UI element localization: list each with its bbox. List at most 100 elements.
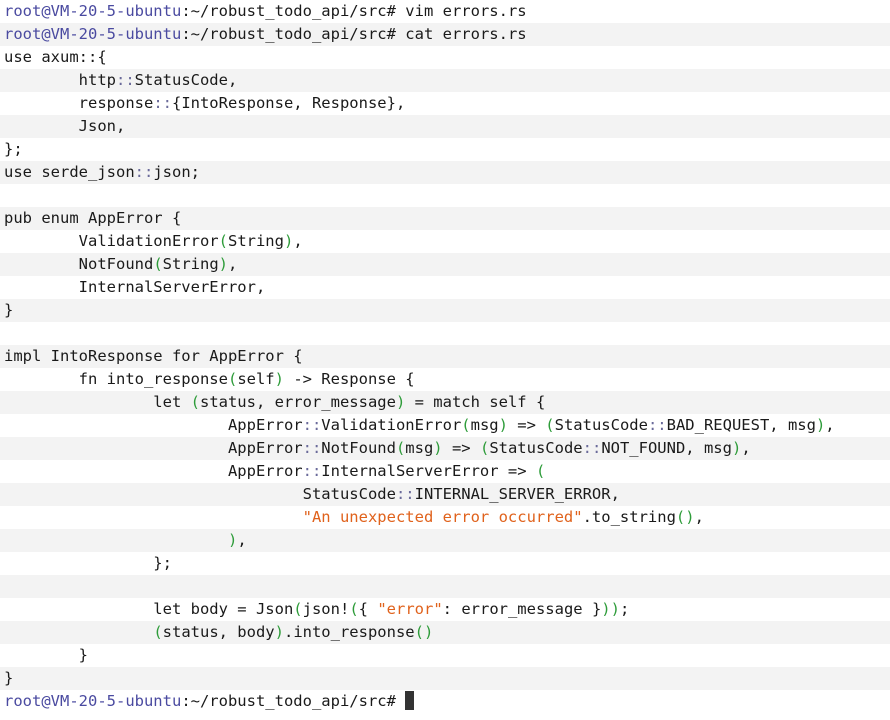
- code-line: [0, 575, 890, 598]
- code-token: ,: [694, 508, 704, 526]
- code-token: "An unexpected error occurred": [302, 508, 583, 526]
- code-token: ): [274, 623, 284, 641]
- file-output: use axum::{ http::StatusCode, response::…: [0, 46, 890, 690]
- code-token: msg: [405, 439, 434, 457]
- code-token: {: [358, 600, 378, 618]
- code-line: http::StatusCode,: [0, 69, 890, 92]
- code-line: };: [0, 552, 890, 575]
- code-line: let body = Json(json!({ "error": error_m…: [0, 598, 890, 621]
- code-token: (: [535, 462, 546, 480]
- code-token: {IntoResponse, Response},: [171, 94, 406, 112]
- code-line: use axum::{: [0, 46, 890, 69]
- code-token: (): [414, 623, 434, 641]
- code-token: InternalServerError,: [4, 278, 266, 296]
- shell-prompt: root@VM-20-5-ubuntu: [4, 692, 182, 710]
- code-token: InternalServerError =>: [321, 462, 536, 480]
- code-token: : error_message }: [442, 600, 602, 618]
- code-token: -> Response {: [283, 370, 415, 388]
- code-token: (: [349, 600, 359, 618]
- code-token: ::: [302, 416, 322, 434]
- command-line-1: root@VM-20-5-ubuntu:~/robust_todo_api/sr…: [0, 0, 890, 23]
- code-token: ValidationError: [321, 416, 462, 434]
- code-token: (: [479, 439, 490, 457]
- code-token: http: [4, 71, 116, 89]
- code-token: ::: [153, 94, 172, 112]
- code-token: .into_response: [283, 623, 415, 641]
- code-token: ): [395, 393, 406, 411]
- command-line-2: root@VM-20-5-ubuntu:~/robust_todo_api/sr…: [0, 23, 890, 46]
- code-token: ::: [647, 416, 667, 434]
- code-token: json;: [153, 163, 200, 181]
- code-line: (status, body).into_response(): [0, 621, 890, 644]
- code-line: let (status, error_message) = match self…: [0, 391, 890, 414]
- code-token: = match self {: [405, 393, 546, 411]
- code-token: "error": [377, 600, 443, 618]
- command-line-active[interactable]: root@VM-20-5-ubuntu:~/robust_todo_api/sr…: [0, 690, 890, 713]
- code-line: "An unexpected error occurred".to_string…: [0, 506, 890, 529]
- code-token: AppError: [4, 439, 303, 457]
- code-line: impl IntoResponse for AppError {: [0, 345, 890, 368]
- code-line: AppError::ValidationError(msg) => (Statu…: [0, 414, 890, 437]
- code-token: status, body: [162, 623, 275, 641]
- code-line: StatusCode::INTERNAL_SERVER_ERROR,: [0, 483, 890, 506]
- code-token: ): [274, 370, 284, 388]
- code-token: NotFound: [321, 439, 396, 457]
- code-token: ): [283, 232, 294, 250]
- code-token: ::: [115, 71, 135, 89]
- code-line: Json,: [0, 115, 890, 138]
- code-token: Json,: [4, 117, 126, 135]
- shell-prompt: root@VM-20-5-ubuntu: [4, 2, 182, 20]
- code-token: let body = Json: [4, 600, 294, 618]
- code-token: ::: [582, 439, 602, 457]
- code-token: (: [153, 255, 163, 273]
- code-line: [0, 322, 890, 345]
- code-token: )): [601, 600, 620, 618]
- code-token: (: [190, 393, 200, 411]
- code-token: let: [4, 393, 191, 411]
- code-token: (: [395, 439, 406, 457]
- shell-command: vim errors.rs: [405, 2, 527, 20]
- code-token: ,: [293, 232, 303, 250]
- code-token: impl IntoResponse for AppError {: [4, 347, 303, 365]
- code-line: AppError::InternalServerError => (: [0, 460, 890, 483]
- code-token: ): [815, 416, 826, 434]
- shell-cwd: :~/robust_todo_api/src#: [181, 2, 396, 20]
- code-line: use serde_json::json;: [0, 161, 890, 184]
- code-token: ): [433, 439, 443, 457]
- code-token: ,: [237, 531, 247, 549]
- code-token: status, error_message: [199, 393, 396, 411]
- code-line: pub enum AppError {: [0, 207, 890, 230]
- code-token: (: [227, 370, 238, 388]
- code-line: }: [0, 299, 890, 322]
- code-token: NOT_FOUND, msg: [601, 439, 732, 457]
- code-line: response::{IntoResponse, Response},: [0, 92, 890, 115]
- code-token: ,: [825, 416, 835, 434]
- shell-command: cat errors.rs: [405, 25, 527, 43]
- code-token: StatusCode: [554, 416, 648, 434]
- code-token: ValidationError: [4, 232, 219, 250]
- code-token: pub enum AppError {: [4, 209, 182, 227]
- terminal-window[interactable]: root@VM-20-5-ubuntu:~/robust_todo_api/sr…: [0, 0, 890, 720]
- code-line: AppError::NotFound(msg) => (StatusCode::…: [0, 437, 890, 460]
- code-token: =>: [442, 439, 480, 457]
- code-line: }: [0, 667, 890, 690]
- code-line: ValidationError(String),: [0, 230, 890, 253]
- code-token: StatusCode,: [134, 71, 238, 89]
- code-line: [0, 184, 890, 207]
- code-token: }: [4, 646, 88, 664]
- code-token: StatusCode: [489, 439, 583, 457]
- code-token: msg: [470, 416, 499, 434]
- code-token: ): [218, 255, 228, 273]
- code-token: (): [675, 508, 695, 526]
- code-token: ,: [741, 439, 751, 457]
- code-token: ): [227, 531, 238, 549]
- code-token: response: [4, 94, 154, 112]
- code-token: (: [293, 600, 303, 618]
- code-line: }: [0, 644, 890, 667]
- code-token: self: [237, 370, 275, 388]
- code-token: BAD_REQUEST, msg: [666, 416, 816, 434]
- code-token: ::: [395, 485, 415, 503]
